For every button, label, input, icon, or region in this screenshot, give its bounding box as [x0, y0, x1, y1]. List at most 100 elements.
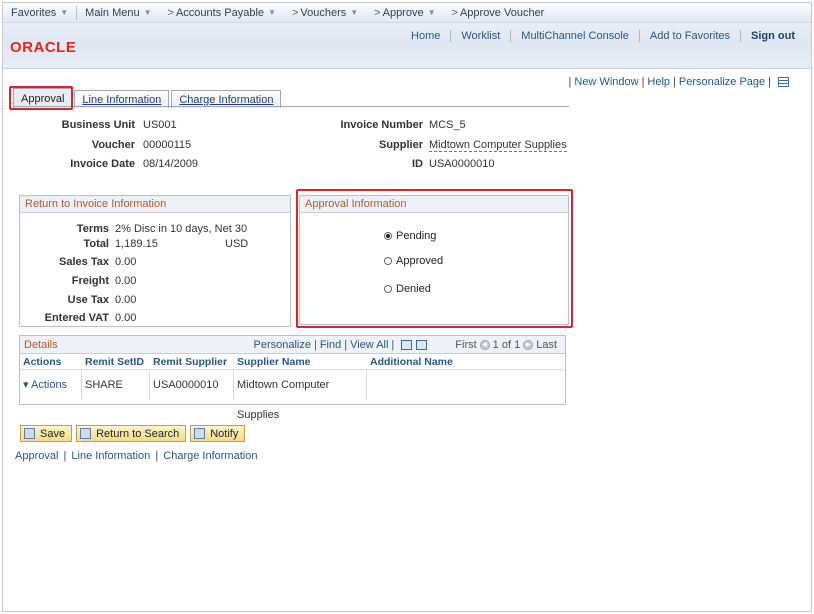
breadcrumb-arrow-icon: >	[451, 6, 458, 19]
highlight-box	[9, 86, 73, 110]
id-value: USA0000010	[429, 158, 495, 170]
notify-icon	[194, 428, 206, 439]
use-tax-value: 0.00	[115, 294, 137, 306]
chevron-down-icon: ▼	[350, 8, 359, 17]
tab-divider	[13, 106, 569, 107]
divider: |	[391, 338, 395, 351]
details-header: Details Personalize | Find | View All | …	[20, 336, 565, 354]
download-icon[interactable]	[416, 339, 428, 350]
actions-label: Actions	[30, 379, 68, 391]
main-menu[interactable]: Main Menu ▼	[77, 7, 159, 19]
column-header: Remit Supplier	[153, 355, 228, 368]
favorites-menu[interactable]: Favorites ▼	[3, 7, 76, 19]
chevron-down-icon: ▼	[143, 8, 152, 17]
divider: |	[63, 450, 67, 462]
save-button[interactable]: Save	[20, 425, 73, 442]
entered-vat-label: Entered VAT	[44, 312, 109, 324]
browser-frame: Favorites ▼ Main Menu ▼ > Accounts Payable ▼…	[2, 2, 812, 612]
table-row: ▾ Actions SHARE USA0000010 Midtown Compu…	[20, 370, 565, 421]
first-label: First	[455, 338, 477, 351]
breadcrumb-vouchers[interactable]: > Vouchers ▼	[284, 7, 366, 19]
business-unit-value: US001	[143, 119, 177, 131]
table-header: Actions Remit SetID Remit Supplier Suppl…	[20, 354, 565, 370]
denied-radio[interactable]: Denied	[384, 283, 431, 295]
voucher-label: Voucher	[91, 139, 135, 151]
page-header: Favorites ▼ Main Menu ▼ > Accounts Payable ▼…	[3, 3, 811, 69]
radio-label: Pending	[396, 230, 437, 242]
last-label: Last	[536, 338, 557, 351]
currency-value: USD	[225, 238, 249, 250]
divider: |	[313, 338, 317, 351]
freight-value: 0.00	[115, 275, 137, 287]
column-header: Actions	[23, 355, 62, 368]
column-header: Additional Name	[370, 355, 453, 368]
add-to-favorites-link[interactable]: Add to Favorites	[640, 30, 740, 42]
grid-icon[interactable]	[778, 77, 789, 87]
breadcrumb-label: Accounts Payable	[175, 6, 265, 19]
divider: |	[344, 338, 348, 351]
radio-label: Approved	[396, 255, 444, 267]
breadcrumb-approve-voucher[interactable]: > Approve Voucher	[444, 7, 553, 19]
page-range: 1 of 1	[492, 338, 521, 351]
personalize-link[interactable]: Personalize	[253, 339, 310, 351]
page-links: | New Window | Help | Personalize Page |	[566, 76, 789, 88]
details-title: Details	[24, 338, 58, 351]
actions-menu[interactable]: ▾ Actions	[20, 370, 82, 400]
oracle-logo: ORACLE	[10, 39, 77, 56]
button-label: Return to Search	[96, 427, 180, 440]
sales-tax-label: Sales Tax	[59, 256, 109, 268]
next-icon[interactable]: ▶	[523, 339, 534, 350]
main-menu-label: Main Menu	[85, 6, 140, 19]
additional-name-cell	[367, 370, 517, 400]
personalize-page-link[interactable]: Personalize Page	[679, 76, 765, 88]
view-all-link[interactable]: View All	[350, 339, 388, 351]
worklist-link[interactable]: Worklist	[451, 30, 510, 42]
divider: |	[768, 76, 771, 88]
invoice-date-value: 08/14/2009	[143, 158, 199, 170]
breadcrumb-arrow-icon: >	[167, 6, 174, 19]
chevron-down-icon: ▼	[268, 8, 276, 17]
breadcrumb-arrow-icon: >	[374, 6, 381, 19]
breadcrumb-approve[interactable]: > Approve ▼	[366, 7, 443, 19]
breadcrumb-accounts-payable[interactable]: > Accounts Payable ▼	[160, 7, 284, 19]
id-label: ID	[412, 158, 423, 170]
divider: |	[641, 76, 645, 88]
line-information-link[interactable]: Line Information	[71, 450, 150, 462]
previous-icon[interactable]: ◀	[479, 339, 490, 350]
sign-out-link[interactable]: Sign out	[741, 30, 805, 42]
help-link[interactable]: Help	[647, 76, 670, 88]
terms-value: 2% Disc in 10 days, Net 30	[115, 223, 248, 235]
return-to-search-button[interactable]: Return to Search	[76, 425, 187, 442]
approval-link[interactable]: Approval	[15, 450, 58, 462]
terms-label: Terms	[76, 223, 109, 235]
column-header: Remit SetID	[85, 355, 144, 368]
remit-setid-cell: SHARE	[82, 370, 150, 400]
supplier-name-cell: Midtown Computer Supplies	[234, 370, 367, 421]
breadcrumb-label: Approve Voucher	[459, 6, 545, 19]
button-label: Notify	[210, 427, 239, 440]
action-buttons: Save Return to Search Notify	[20, 425, 249, 442]
home-link[interactable]: Home	[401, 30, 450, 42]
notify-button[interactable]: Notify	[190, 425, 246, 442]
chevron-down-icon: ▼	[60, 8, 69, 17]
entered-vat-value: 0.00	[115, 312, 137, 324]
tab-label: Charge Information	[179, 93, 274, 106]
voucher-value: 00000115	[143, 139, 192, 151]
pending-radio[interactable]: Pending	[384, 230, 436, 242]
group-title[interactable]: Return to Invoice Information	[20, 196, 290, 213]
zoom-icon[interactable]	[401, 339, 413, 350]
radio-label: Denied	[396, 283, 431, 295]
business-unit-label: Business Unit	[61, 119, 135, 131]
supplier-link[interactable]: Midtown Computer Supplies	[429, 139, 567, 152]
use-tax-label: Use Tax	[67, 294, 109, 306]
pagination: First ◀ 1 of 1 ▶ Last	[455, 339, 557, 351]
find-link[interactable]: Find	[320, 339, 341, 351]
multichannel-console-link[interactable]: MultiChannel Console	[511, 30, 639, 42]
radio-icon	[384, 257, 392, 265]
menu-bar: Favorites ▼ Main Menu ▼ > Accounts Payable ▼…	[3, 3, 811, 23]
breadcrumb-label: Vouchers	[300, 6, 347, 19]
new-window-link[interactable]: New Window	[574, 76, 638, 88]
charge-information-link[interactable]: Charge Information	[163, 450, 257, 462]
approved-radio[interactable]: Approved	[384, 255, 443, 267]
details-grid: Details Personalize | Find | View All | …	[19, 335, 566, 421]
